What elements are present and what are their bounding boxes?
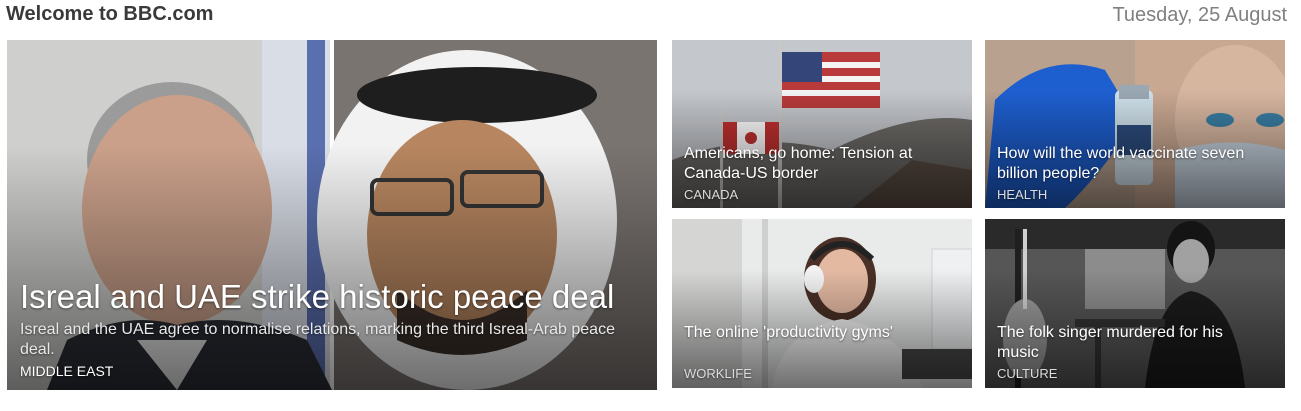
story-card-health[interactable]: How will the world vaccinate seven billi… (985, 40, 1285, 208)
main-story-summary: Isreal and the UAE agree to normalise re… (20, 321, 615, 358)
story-tag[interactable]: CULTURE (997, 366, 1057, 381)
date-label: Tuesday, 25 August (1112, 4, 1287, 26)
main-story-tag[interactable]: MIDDLE EAST (20, 363, 113, 379)
main-story-card[interactable]: Isreal and UAE strike historic peace dea… (7, 40, 657, 390)
story-headline[interactable]: How will the world vaccinate seven billi… (997, 144, 1257, 184)
story-headline[interactable]: The online 'productivity gyms' (684, 323, 944, 343)
story-tag[interactable]: HEALTH (997, 187, 1047, 202)
story-tag[interactable]: WORKLIFE (684, 366, 752, 381)
story-headline[interactable]: Americans, go home: Tension at Canada-US… (684, 144, 944, 184)
story-headline[interactable]: The folk singer murdered for his music (997, 323, 1257, 363)
story-tag[interactable]: CANADA (684, 187, 738, 202)
site-title[interactable]: Welcome to BBC.com (6, 3, 213, 26)
header: Welcome to BBC.com Tuesday, 25 August (0, 0, 1301, 34)
story-card-canada[interactable]: Americans, go home: Tension at Canada-US… (672, 40, 972, 208)
story-card-worklife[interactable]: The online 'productivity gyms' WORKLIFE (672, 219, 972, 388)
main-story-headline[interactable]: Isreal and UAE strike historic peace dea… (20, 278, 650, 316)
story-card-culture[interactable]: The folk singer murdered for his music C… (985, 219, 1285, 388)
